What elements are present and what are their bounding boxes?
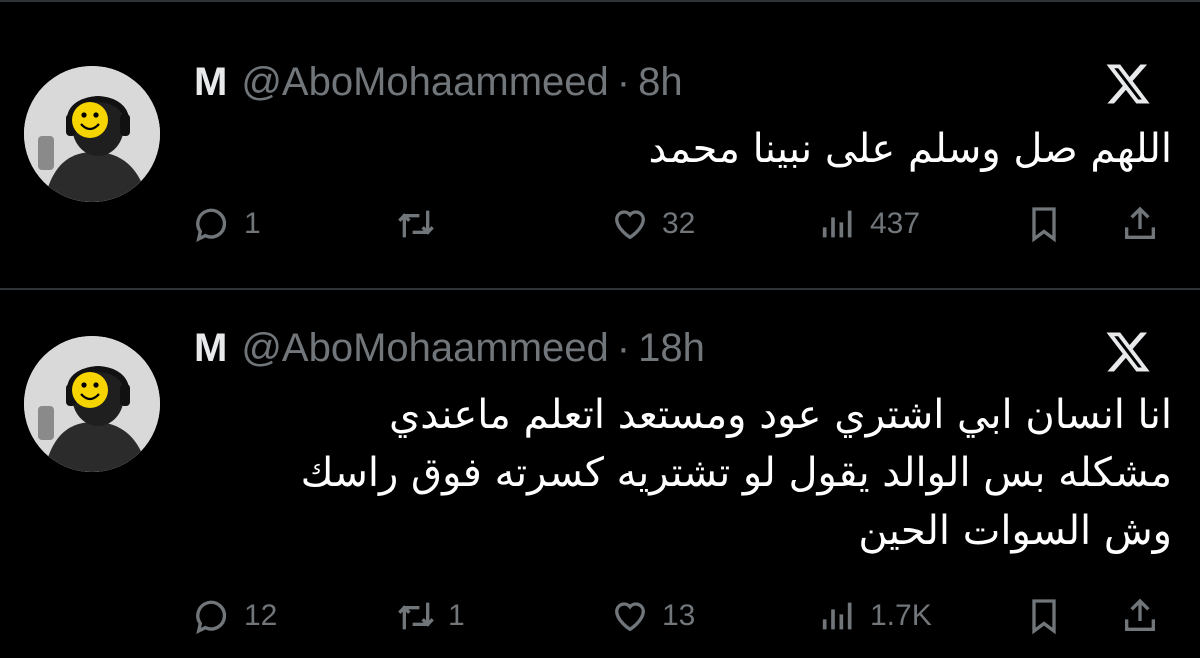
user-handle[interactable]: @AboMohaammeed — [241, 326, 608, 370]
views-count: 437 — [870, 207, 921, 240]
retweet-count: 1 — [448, 599, 465, 632]
tweet-text-line: وش السوات الحين — [858, 508, 1172, 554]
reply-button[interactable]: 1 — [192, 196, 261, 252]
reply-icon — [196, 208, 227, 243]
tweet-text: اللهم صل وسلم على نبينا محمد — [212, 120, 1172, 178]
tweet-text-line: انا انسان ابي اشتري عود ومستعد اتعلم ماع… — [389, 392, 1172, 438]
display-name[interactable]: M — [194, 326, 227, 370]
x-logo-icon — [1104, 60, 1152, 108]
timestamp[interactable]: 18h — [638, 326, 705, 370]
tweet-card[interactable]: M @AboMohaammeed · 8h اللهم صل وسلم على نبي… — [0, 0, 1200, 288]
avatar[interactable] — [24, 66, 160, 202]
retweet-icon — [398, 602, 434, 630]
separator-dot: · — [616, 326, 631, 370]
smiley-icon — [72, 102, 108, 138]
reply-count: 12 — [244, 599, 278, 632]
timestamp[interactable]: 8h — [638, 60, 683, 104]
like-button[interactable]: 13 — [610, 588, 695, 644]
tweet-header: M @AboMohaammeed · 8h — [194, 54, 683, 110]
views-icon — [822, 602, 852, 630]
like-count: 32 — [662, 207, 696, 240]
display-name[interactable]: M — [194, 60, 227, 104]
like-count: 13 — [662, 599, 696, 632]
user-handle[interactable]: @AboMohaammeed — [241, 60, 608, 104]
heart-icon — [614, 602, 646, 632]
views-button[interactable]: 1.7K — [818, 588, 932, 644]
tweet-text: انا انسان ابي اشتري عود ومستعد اتعلم ماع… — [212, 386, 1172, 560]
retweet-icon — [398, 210, 434, 238]
reply-button[interactable]: 12 — [192, 588, 277, 644]
reply-count: 1 — [244, 207, 261, 240]
tweet-text-line: مشكله بس الوالد يقول لو تشتريه كسرته فوق… — [300, 450, 1172, 496]
like-button[interactable]: 32 — [610, 196, 695, 252]
avatar[interactable] — [24, 336, 160, 472]
share-icon — [1125, 598, 1155, 631]
bookmark-icon — [1032, 599, 1056, 635]
bookmark-icon — [1032, 207, 1056, 243]
share-button[interactable] — [1120, 196, 1160, 252]
views-icon — [822, 210, 852, 238]
bookmark-button[interactable] — [1024, 196, 1064, 252]
views-button[interactable]: 437 — [818, 196, 920, 252]
reply-icon — [196, 600, 227, 635]
tweet-header: M @AboMohaammeed · 18h — [194, 320, 705, 376]
share-icon — [1125, 206, 1155, 239]
x-logo-icon — [1104, 328, 1152, 376]
action-bar: 12 1 13 1.7K — [0, 588, 1200, 644]
tweet-card[interactable]: M @AboMohaammeed · 18h انا انسان ابي اشتري … — [0, 290, 1200, 658]
separator-dot: · — [616, 60, 631, 104]
heart-icon — [614, 210, 646, 240]
smiley-icon — [72, 372, 108, 408]
tweet-text-line: اللهم صل وسلم على نبينا محمد — [648, 126, 1172, 172]
bookmark-button[interactable] — [1024, 588, 1064, 644]
retweet-button[interactable]: 1 — [396, 588, 465, 644]
share-button[interactable] — [1120, 588, 1160, 644]
views-count: 1.7K — [870, 599, 932, 632]
retweet-button[interactable] — [396, 196, 448, 252]
action-bar: 1 32 437 — [0, 196, 1200, 252]
